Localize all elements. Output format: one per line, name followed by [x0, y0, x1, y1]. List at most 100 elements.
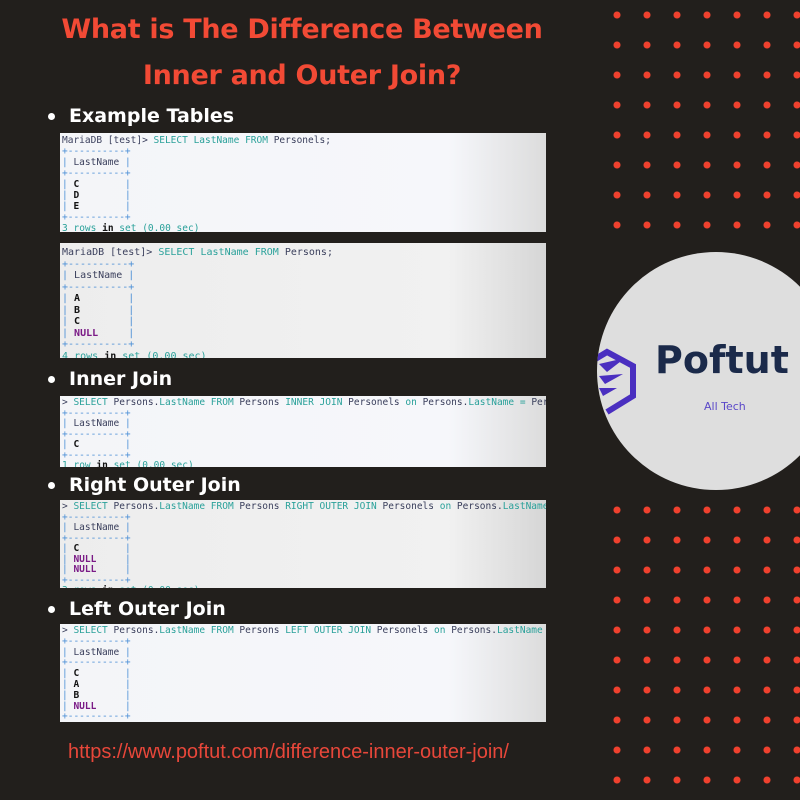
- query-token: SELECT: [158, 247, 195, 258]
- footer-token: sec): [177, 585, 200, 588]
- table-border: |: [62, 522, 74, 533]
- table-cell: C: [73, 439, 125, 450]
- column-header: LastName: [74, 270, 123, 281]
- footer-token: set: [119, 585, 136, 588]
- table-border: |: [124, 439, 131, 450]
- query-token: LastName: [159, 625, 206, 636]
- query-line: > SELECT Persons.LastName FROM Persons R…: [62, 501, 546, 513]
- query-line: > SELECT Persons.LastName FROM Persons L…: [62, 625, 544, 637]
- query-token: LastName: [159, 397, 206, 408]
- prompt: MariaDB [test]>: [62, 247, 159, 258]
- query-token: Persons: [422, 397, 463, 408]
- table-row: | C |: [62, 439, 544, 451]
- query-token: LastName: [502, 501, 546, 512]
- query-token: LastName: [159, 501, 206, 512]
- table-header: | LastName |: [62, 522, 544, 534]
- query-token: Personels: [273, 135, 326, 146]
- table-cell: E: [73, 201, 125, 212]
- table-border: |: [62, 543, 74, 554]
- query-token: Personels: [531, 397, 546, 408]
- query-token: SELECT: [73, 625, 108, 636]
- query-line: MariaDB [test]> SELECT LastName FROM Per…: [62, 247, 544, 259]
- table-row: | D |: [62, 190, 544, 201]
- query-token: Persons: [451, 625, 492, 636]
- section-right-outer-join: Right Outer Join: [48, 474, 241, 496]
- query-line: MariaDB [test]> SELECT LastName FROM Per…: [62, 135, 544, 146]
- footer-token: in: [104, 350, 117, 359]
- table-border: |: [124, 553, 131, 565]
- table-row: | B |: [62, 305, 544, 317]
- footer-token: set: [119, 223, 137, 232]
- query-token: SELECT: [73, 397, 108, 408]
- table-border: |: [62, 316, 75, 327]
- table-cell: NULL: [73, 700, 125, 712]
- table-cell: A: [74, 293, 129, 304]
- table-row: | C |: [62, 543, 544, 555]
- table-row: | C |: [62, 316, 544, 328]
- prompt: >: [62, 397, 74, 408]
- section-label: Right Outer Join: [69, 474, 241, 496]
- table-cell: C: [73, 543, 125, 554]
- table-cell: C: [73, 179, 125, 190]
- result-footer: 3 rows in set (0.00 sec): [62, 585, 544, 588]
- bullet-icon: [48, 375, 55, 383]
- table-border: |: [62, 190, 74, 201]
- column-header: LastName: [73, 646, 120, 658]
- section-label: Inner Join: [69, 368, 173, 390]
- table-border: |: [124, 668, 131, 680]
- query-token: Persons: [113, 501, 154, 512]
- query-token: FROM: [254, 247, 279, 258]
- result-footer: 1 row in set (0.00 sec): [62, 460, 544, 467]
- footer-token: rows: [74, 350, 99, 359]
- query-token: Persons: [239, 625, 280, 636]
- title-line-2: Inner and Outer Join?: [142, 60, 462, 91]
- table-row: | B |: [62, 689, 544, 702]
- table-border: |: [62, 157, 74, 168]
- query-token: OUTER: [319, 501, 349, 512]
- table-border: +----------+: [62, 339, 135, 350]
- query-token: Persons: [239, 501, 280, 512]
- table-border: |: [119, 646, 131, 658]
- query-token: Persons: [239, 397, 280, 408]
- dot-pattern-bottom: [602, 495, 800, 795]
- table-row: | E |: [62, 201, 544, 212]
- query-panel-persons: MariaDB [test]> SELECT LastName FROM Per…: [60, 243, 546, 358]
- table-cell: NULL: [73, 553, 125, 565]
- table-border: |: [119, 522, 131, 533]
- query-token: JOIN: [353, 501, 377, 512]
- table-border: |: [124, 201, 131, 212]
- query-token: ;: [325, 135, 331, 146]
- table-border: |: [119, 418, 131, 429]
- query-token: on: [405, 397, 417, 408]
- source-url-link[interactable]: https://www.poftut.com/difference-inner-…: [68, 741, 509, 764]
- table-border: +----------+: [62, 635, 131, 647]
- table-border: |: [62, 564, 74, 575]
- table-border: +----------+: [62, 657, 131, 669]
- title-line-1: What is The Difference Between: [61, 14, 543, 45]
- table-row: | NULL |: [62, 700, 544, 713]
- table-cell: A: [73, 678, 125, 690]
- logo-tagline: All Tech: [704, 400, 746, 413]
- section-label: Example Tables: [69, 105, 235, 127]
- query-line: > SELECT Persons.LastName FROM Persons I…: [62, 397, 546, 409]
- bullet-icon: [48, 481, 55, 489]
- table-cell: NULL: [74, 327, 129, 339]
- table-border: |: [124, 700, 131, 712]
- table-border: |: [128, 316, 135, 327]
- query-token: RIGHT: [285, 501, 314, 512]
- query-token: on: [434, 625, 446, 636]
- query-token: Persons: [113, 625, 154, 636]
- table-border: |: [62, 179, 74, 190]
- table-border: |: [128, 327, 135, 339]
- table-header: | LastName |: [62, 270, 544, 282]
- column-header: LastName: [73, 418, 120, 429]
- prompt: MariaDB [test]>: [62, 135, 154, 146]
- table-border: |: [124, 689, 131, 701]
- query-token: on: [439, 501, 452, 512]
- query-panel-left-outer-join: > SELECT Persons.LastName FROM Persons L…: [60, 624, 546, 722]
- footer-token: row: [73, 460, 91, 467]
- bullet-icon: [48, 112, 55, 120]
- table-border: |: [62, 304, 75, 316]
- query-token: Persons: [456, 501, 497, 512]
- table-cell: B: [73, 689, 125, 701]
